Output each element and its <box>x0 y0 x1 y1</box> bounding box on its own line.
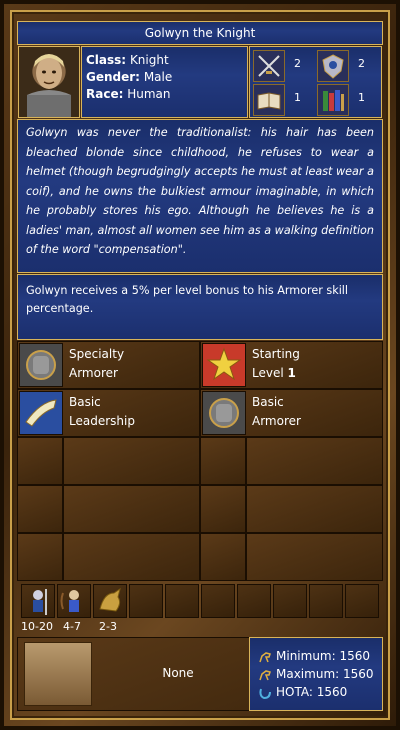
skill-slot-4[interactable] <box>246 437 383 485</box>
skill1-text: Basic Leadership <box>69 393 135 431</box>
specialty-text: Specialty Armorer <box>69 345 124 383</box>
army-count-2: 4-7 <box>63 620 81 633</box>
army-slot-4[interactable] <box>129 584 163 618</box>
boot-icon <box>258 686 272 700</box>
hota-value: 1560 <box>316 685 348 699</box>
specialty-line1: Specialty <box>69 347 125 361</box>
class-label: Class: <box>86 53 127 67</box>
skill2-line2: Armorer <box>252 414 301 428</box>
starting-line2: Level <box>252 366 288 380</box>
skill-slot-5[interactable] <box>63 485 200 533</box>
skill-slot-3[interactable] <box>63 437 200 485</box>
starting-line1: Starting <box>252 347 300 361</box>
armorer-icon <box>202 391 246 435</box>
specialty-description: Golwyn receives a 5% per level bonus to … <box>17 274 383 340</box>
hero-title: Golwyn the Knight <box>17 21 383 45</box>
army-slot-10[interactable] <box>345 584 379 618</box>
knowledge-books-icon <box>317 84 349 116</box>
skill2-line1: Basic <box>252 395 284 409</box>
movement-points-panel: Minimum: 1560 Maximum: 1560 HOTA: 1560 <box>249 637 383 711</box>
hero-biography: Golwyn was never the traditionalist: his… <box>17 119 383 273</box>
race-label: Race: <box>86 87 124 101</box>
army-count-1: 10-20 <box>21 620 53 633</box>
spell-power-book-icon <box>253 84 285 116</box>
leadership-horn-icon <box>19 391 63 435</box>
starting-level-value: 1 <box>287 366 296 380</box>
pikeman-icon <box>33 589 47 615</box>
knowledge-value: 1 <box>358 91 365 104</box>
army-slot-8[interactable] <box>273 584 307 618</box>
spellbook-none-label: None <box>162 666 194 680</box>
army-slot-3[interactable] <box>93 584 127 618</box>
race-value: Human <box>127 87 171 101</box>
spell-power-value: 1 <box>294 91 301 104</box>
armorer-icon <box>19 343 63 387</box>
maximum-value: 1560 <box>343 667 374 681</box>
skill-slot-6[interactable] <box>246 485 383 533</box>
skill-slot-7-icon[interactable] <box>17 533 63 581</box>
minimum-value: 1560 <box>339 649 371 663</box>
gender-label: Gender: <box>86 70 140 84</box>
army-slot-5[interactable] <box>165 584 199 618</box>
skill-slot-3-icon[interactable] <box>17 437 63 485</box>
hero-info: Class: Knight Gender: Male Race: Human <box>81 46 248 118</box>
level-star-icon <box>202 343 246 387</box>
skills-grid: Specialty Armorer Starting Level 1 Basic… <box>17 341 383 581</box>
class-value: Knight <box>129 53 169 67</box>
skill2-text: Basic Armorer <box>252 393 301 431</box>
primary-stats-panel: 2 2 1 1 <box>249 46 382 118</box>
army-slot-7[interactable] <box>237 584 271 618</box>
scroll-icon <box>24 642 92 706</box>
skill1-line1: Basic <box>69 395 101 409</box>
skill-slot-4-icon[interactable] <box>200 437 246 485</box>
archer-icon <box>60 590 79 612</box>
army-slot-2[interactable] <box>57 584 91 618</box>
skill-slot-5-icon[interactable] <box>17 485 63 533</box>
defense-shield-icon <box>317 50 349 82</box>
skill-slot-8-icon[interactable] <box>200 533 246 581</box>
skill1-line2: Leadership <box>69 414 135 428</box>
army-slot-9[interactable] <box>309 584 343 618</box>
gender-value: Male <box>143 70 173 84</box>
hota-label: HOTA: <box>276 685 313 699</box>
attack-value: 2 <box>294 57 301 70</box>
specialty-line2: Armorer <box>69 366 118 380</box>
army-slot-6[interactable] <box>201 584 235 618</box>
maximum-label: Maximum: <box>276 667 340 681</box>
starting-level-text: Starting Level 1 <box>252 345 300 383</box>
griffin-icon <box>99 587 121 612</box>
army-count-3: 2-3 <box>99 620 117 633</box>
skill-slot-8[interactable] <box>246 533 383 581</box>
attack-swords-icon <box>253 50 285 82</box>
skill-slot-6-icon[interactable] <box>200 485 246 533</box>
skill-slot-7[interactable] <box>63 533 200 581</box>
horse-icon <box>258 650 272 664</box>
horse-icon <box>258 668 272 682</box>
army-slot-1[interactable] <box>21 584 55 618</box>
hero-portrait <box>18 46 80 118</box>
defense-value: 2 <box>358 57 365 70</box>
minimum-label: Minimum: <box>276 649 336 663</box>
